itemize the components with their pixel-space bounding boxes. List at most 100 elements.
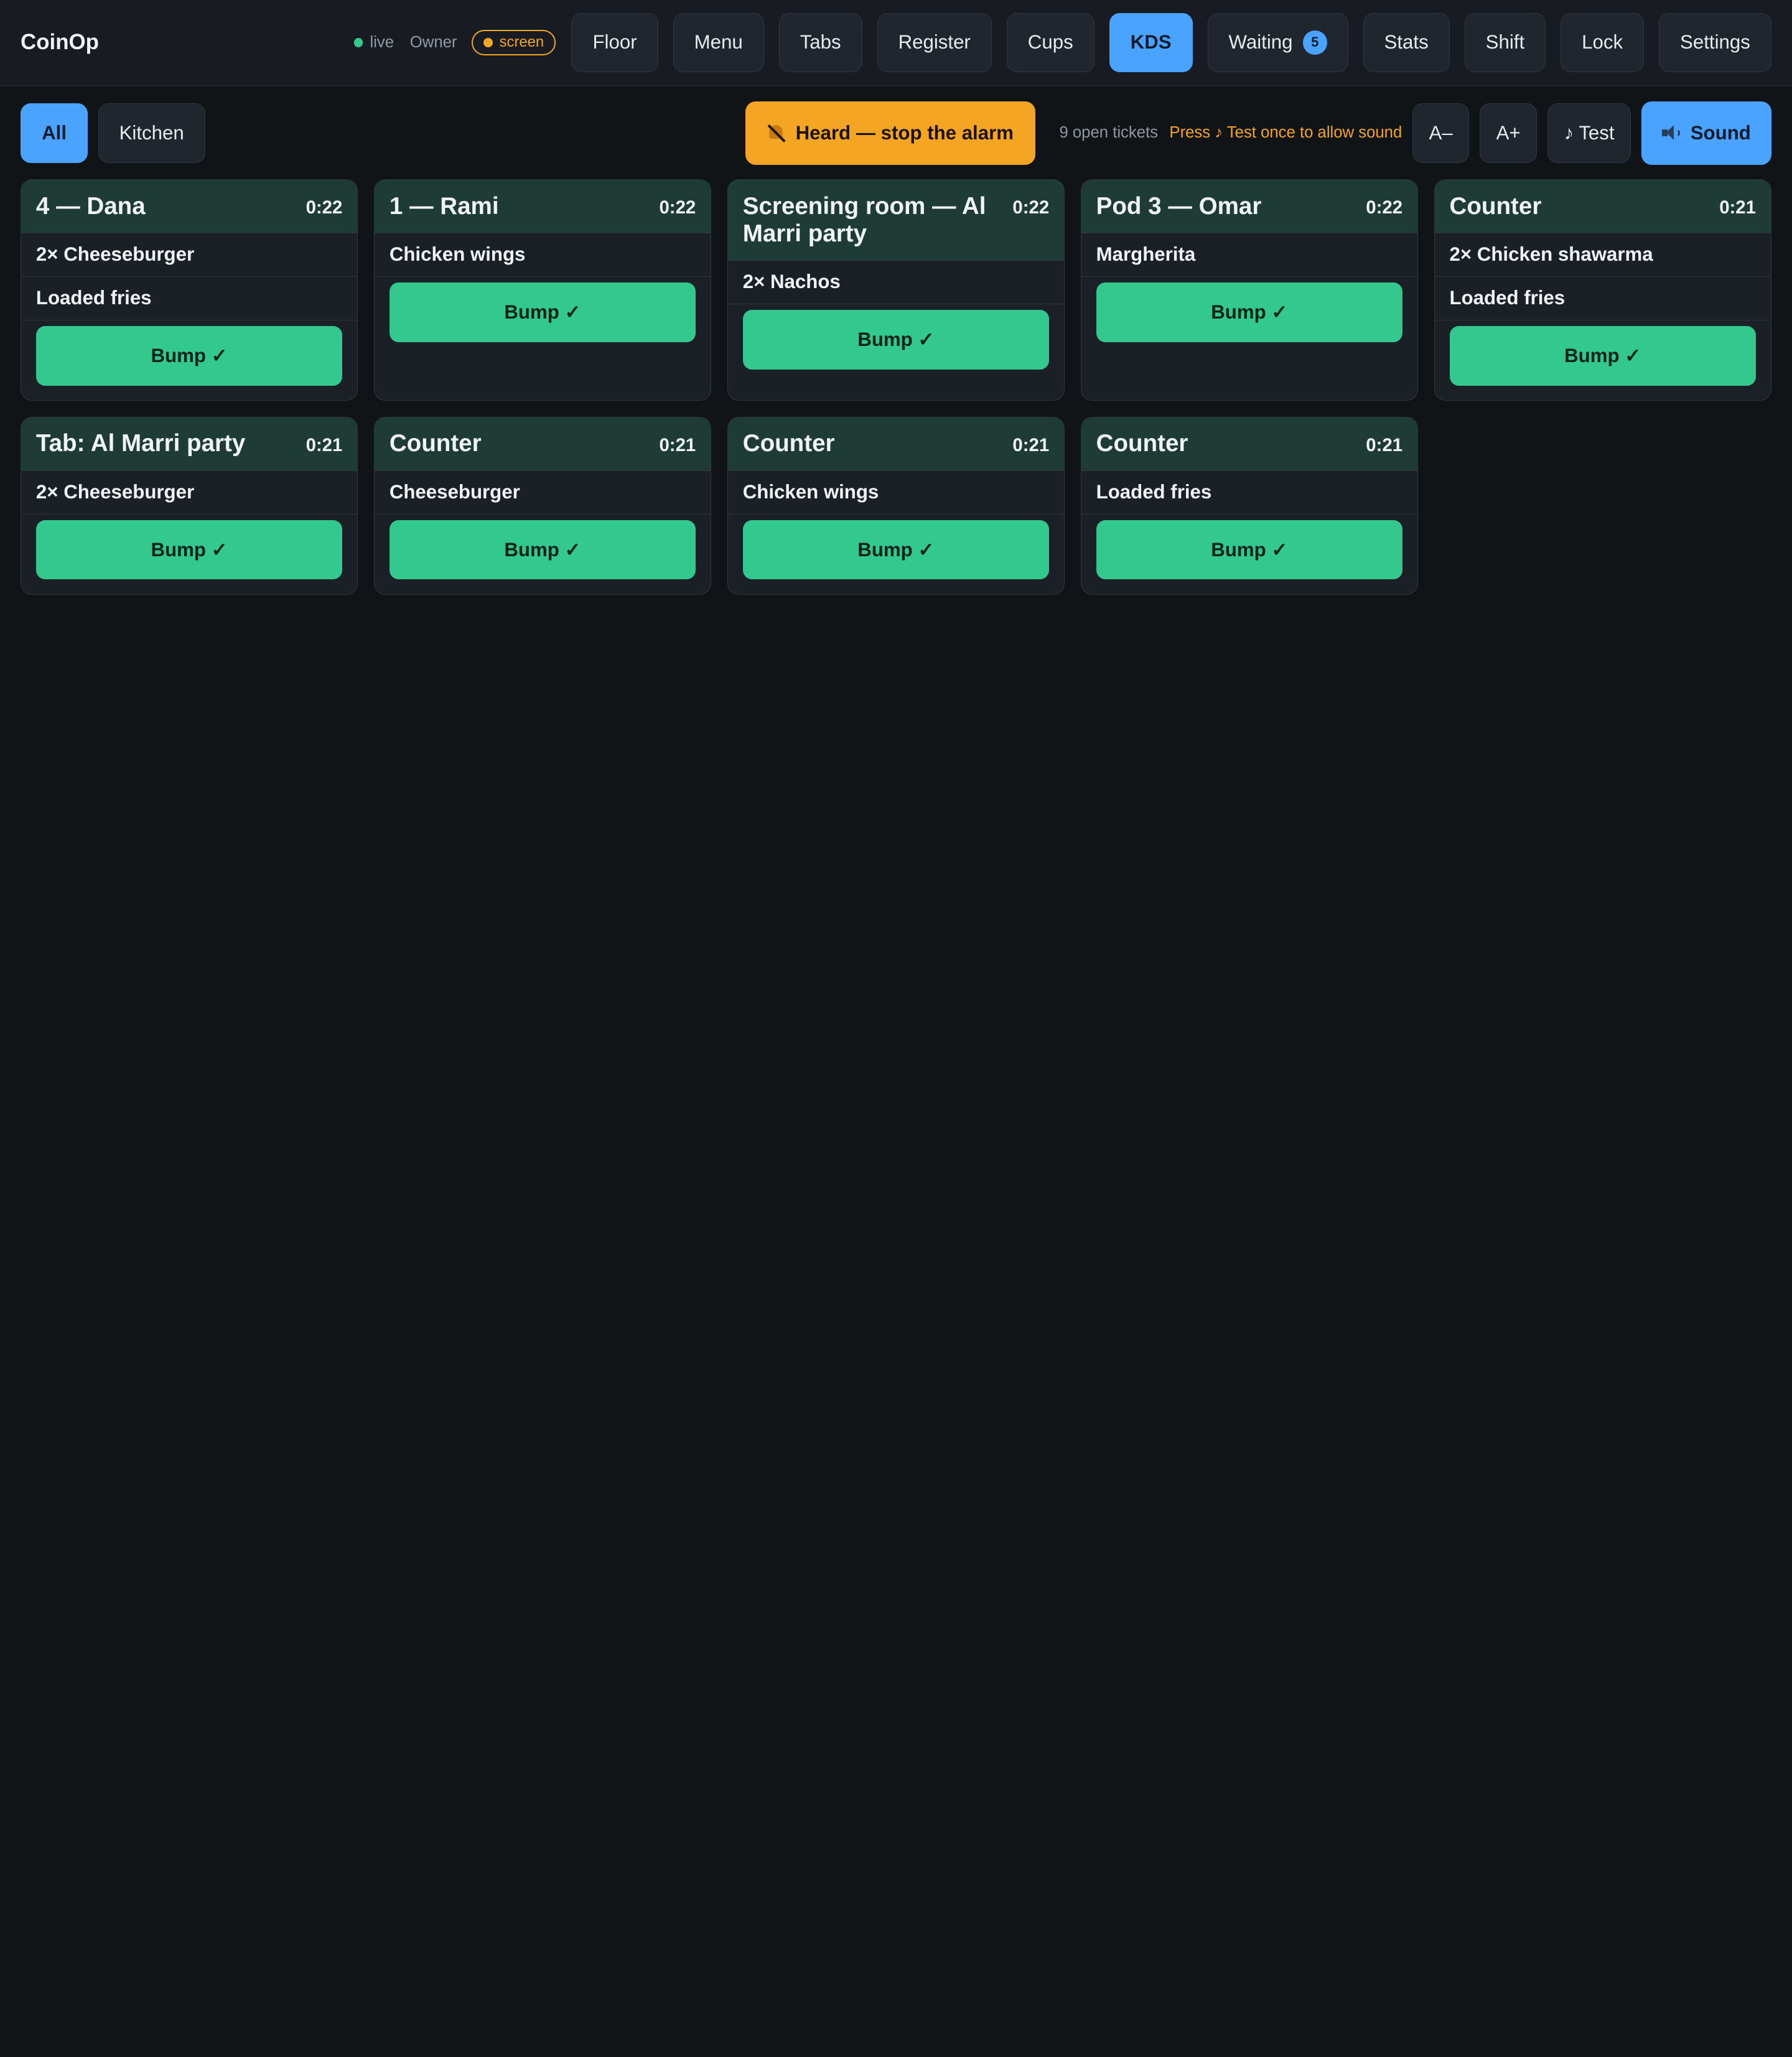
live-status: live [353, 33, 394, 52]
ticket-item: Margherita [1081, 233, 1417, 277]
nav-floor[interactable]: Floor [571, 12, 658, 73]
ticket-item: Loaded fries [21, 277, 358, 320]
nav-register[interactable]: Register [877, 12, 992, 73]
nav-label: Lock [1582, 31, 1623, 54]
nav-label: Floor [592, 31, 637, 54]
waiting-count-badge: 5 [1303, 30, 1327, 55]
font-decrease-button[interactable]: A– [1412, 103, 1470, 163]
bump-wrap: Bump ✓ [21, 515, 357, 595]
sound-label: Sound [1690, 121, 1751, 144]
nav-label: Shift [1485, 31, 1525, 54]
nav-label: Register [898, 31, 971, 54]
ticket-header: Counter 0:21 [1434, 180, 1771, 233]
ticket-card: Counter 0:21 Chicken wings Bump ✓ [727, 417, 1065, 595]
ticket-timer: 0:22 [659, 197, 696, 218]
filter-all[interactable]: All [21, 103, 88, 163]
ticket-title: 4 — Dana [35, 192, 146, 220]
bump-button[interactable]: Bump ✓ [742, 310, 1050, 370]
live-dot-icon [353, 38, 363, 47]
ticket-title: Counter [742, 430, 835, 457]
nav-cups[interactable]: Cups [1006, 12, 1094, 73]
ticket-timer: 0:21 [659, 434, 696, 455]
ticket-item: Loaded fries [1081, 471, 1417, 515]
ticket-header: Counter 0:21 [727, 417, 1065, 471]
ticket-item: 2× Nachos [727, 261, 1065, 304]
sound-toggle-button[interactable]: Sound [1641, 101, 1771, 166]
user-role: Owner [409, 33, 457, 51]
sound-hint: Press ♪ Test once to allow sound [1169, 124, 1402, 142]
nav-stats[interactable]: Stats [1363, 12, 1450, 73]
ticket-title: Tab: Al Marri party [35, 430, 246, 457]
screen-dot-icon [483, 38, 493, 47]
ticket-header: Tab: Al Marri party 0:21 [21, 417, 358, 471]
nav-waiting[interactable]: Waiting 5 [1207, 12, 1348, 73]
ticket-card: Counter 0:21 Cheeseburger Bump ✓ [373, 417, 712, 595]
bump-wrap: Bump ✓ [21, 320, 357, 401]
ticket-title: Screening room — Al Marri party [742, 192, 986, 247]
bump-button[interactable]: Bump ✓ [389, 520, 696, 580]
nav-label: KDS [1130, 31, 1172, 54]
nav-label: Menu [694, 31, 743, 54]
bump-wrap: Bump ✓ [1081, 277, 1417, 400]
nav-label: Waiting [1228, 31, 1293, 54]
nav-settings[interactable]: Settings [1658, 12, 1771, 73]
ticket-item: Chicken wings [374, 233, 711, 277]
nav-menu[interactable]: Menu [673, 12, 764, 73]
stop-alarm-button[interactable]: Heard — stop the alarm [745, 101, 1035, 166]
ticket-title: Pod 3 — Omar [1096, 192, 1262, 220]
bump-wrap: Bump ✓ [1081, 515, 1417, 595]
bell-off-icon [767, 124, 785, 142]
font-increase-button[interactable]: A+ [1479, 103, 1538, 163]
kds-app: CoinOp live Owner screen Floor Menu Tabs… [0, 0, 1792, 1120]
nav-shift[interactable]: Shift [1464, 12, 1546, 73]
bump-button[interactable]: Bump ✓ [35, 520, 343, 580]
bump-button[interactable]: Bump ✓ [1449, 326, 1756, 386]
ticket-timer: 0:21 [306, 434, 343, 455]
ticket-header: Counter 0:21 [374, 417, 711, 471]
ticket-title: Counter [389, 430, 482, 457]
ticket-header: 1 — Rami 0:22 [374, 180, 711, 233]
ticket-item: Cheeseburger [374, 471, 711, 515]
bump-wrap: Bump ✓ [375, 277, 711, 400]
bump-wrap: Bump ✓ [728, 304, 1064, 385]
ticket-card: Counter 0:21 2× Chicken shawarma Loaded fri… [1434, 179, 1771, 401]
screen-mode-pill[interactable]: screen [472, 30, 556, 55]
bump-wrap: Bump ✓ [1435, 320, 1771, 401]
nav-kds[interactable]: KDS [1109, 12, 1193, 73]
open-tickets-count: 9 open tickets [1059, 124, 1159, 142]
nav-lock[interactable]: Lock [1561, 12, 1645, 73]
test-sound-button[interactable]: ♪ Test [1547, 103, 1631, 163]
nav-label: Cups [1027, 31, 1073, 54]
ticket-item: Loaded fries [1434, 277, 1771, 320]
ticket-timer: 0:21 [1366, 434, 1403, 455]
nav-label: Settings [1680, 31, 1750, 54]
bump-button[interactable]: Bump ✓ [1096, 282, 1403, 342]
ticket-item: 2× Chicken shawarma [1434, 233, 1771, 277]
stop-alarm-label: Heard — stop the alarm [795, 121, 1014, 144]
ticket-timer: 0:22 [1012, 197, 1050, 218]
ticket-title: 1 — Rami [389, 192, 499, 220]
main-nav: Floor Menu Tabs Register Cups KDS Waitin… [571, 12, 1771, 73]
ticket-item: 2× Cheeseburger [21, 471, 358, 515]
filter-kitchen[interactable]: Kitchen [98, 103, 205, 163]
ticket-timer: 0:22 [1366, 197, 1403, 218]
bump-wrap: Bump ✓ [728, 515, 1064, 595]
ticket-item: 2× Cheeseburger [21, 233, 358, 277]
nav-label: Tabs [800, 31, 841, 54]
ticket-header: Screening room — Al Marri party 0:22 [727, 180, 1065, 261]
ticket-card: Tab: Al Marri party 0:21 2× Cheeseburger Bu… [21, 417, 358, 595]
ticket-title: Counter [1449, 192, 1542, 220]
bump-button[interactable]: Bump ✓ [35, 326, 343, 386]
nav-tabs[interactable]: Tabs [778, 12, 862, 73]
bump-button[interactable]: Bump ✓ [389, 282, 696, 342]
bump-button[interactable]: Bump ✓ [1096, 520, 1403, 580]
kds-toolbar: All Kitchen Heard — stop the alarm 9 ope… [0, 86, 1792, 166]
ticket-card: Pod 3 — Omar 0:22 Margherita Bump ✓ [1080, 179, 1418, 401]
top-bar: CoinOp live Owner screen Floor Menu Tabs… [0, 0, 1792, 86]
bump-button[interactable]: Bump ✓ [742, 520, 1050, 580]
brand-logo: CoinOp [21, 30, 99, 55]
ticket-header: 4 — Dana 0:22 [21, 180, 358, 233]
live-label: live [370, 33, 394, 51]
ticket-card: Counter 0:21 Loaded fries Bump ✓ [1080, 417, 1418, 595]
ticket-card: Screening room — Al Marri party 0:22 2× Na… [727, 179, 1065, 401]
